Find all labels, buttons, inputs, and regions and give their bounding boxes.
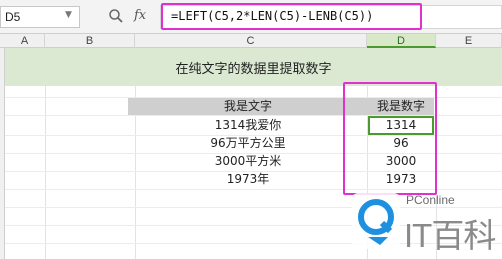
column-header-a[interactable]: A xyxy=(5,34,45,48)
formula-highlight-box xyxy=(161,3,422,30)
table-header-source[interactable]: 我是文字 xyxy=(128,98,368,115)
table-cell-source[interactable]: 1314我爱你 xyxy=(128,117,368,134)
column-header-e[interactable]: E xyxy=(436,34,502,48)
pconline-logo-icon xyxy=(352,193,400,249)
column-header-d[interactable]: D xyxy=(367,34,436,48)
title-band[interactable]: 在纯文字的数据里提取数字 xyxy=(5,48,502,86)
result-column-highlight xyxy=(343,82,437,195)
title-band-text: 在纯文字的数据里提取数字 xyxy=(175,62,332,77)
zoom-icon[interactable] xyxy=(108,8,124,24)
name-box-value: D5 xyxy=(5,10,21,24)
table-cell-source[interactable]: 1973年 xyxy=(128,171,368,188)
table-cell-source[interactable]: 3000平方米 xyxy=(128,153,368,170)
name-box[interactable]: D5 ▼ xyxy=(0,6,80,28)
column-header-c[interactable]: C xyxy=(135,34,367,48)
column-header-b[interactable]: B xyxy=(45,34,135,48)
chevron-down-icon[interactable]: ▼ xyxy=(65,10,72,20)
watermark-brand-small: PConline xyxy=(406,193,455,207)
fx-icon[interactable]: fx xyxy=(134,8,146,23)
watermark-brand-big: IT百科 xyxy=(404,217,496,254)
grid-line xyxy=(45,86,46,259)
column-header-row: A B C D E xyxy=(0,34,502,48)
watermark: PConline IT百科 xyxy=(348,187,502,259)
table-cell-source[interactable]: 96万平方公里 xyxy=(128,135,368,152)
